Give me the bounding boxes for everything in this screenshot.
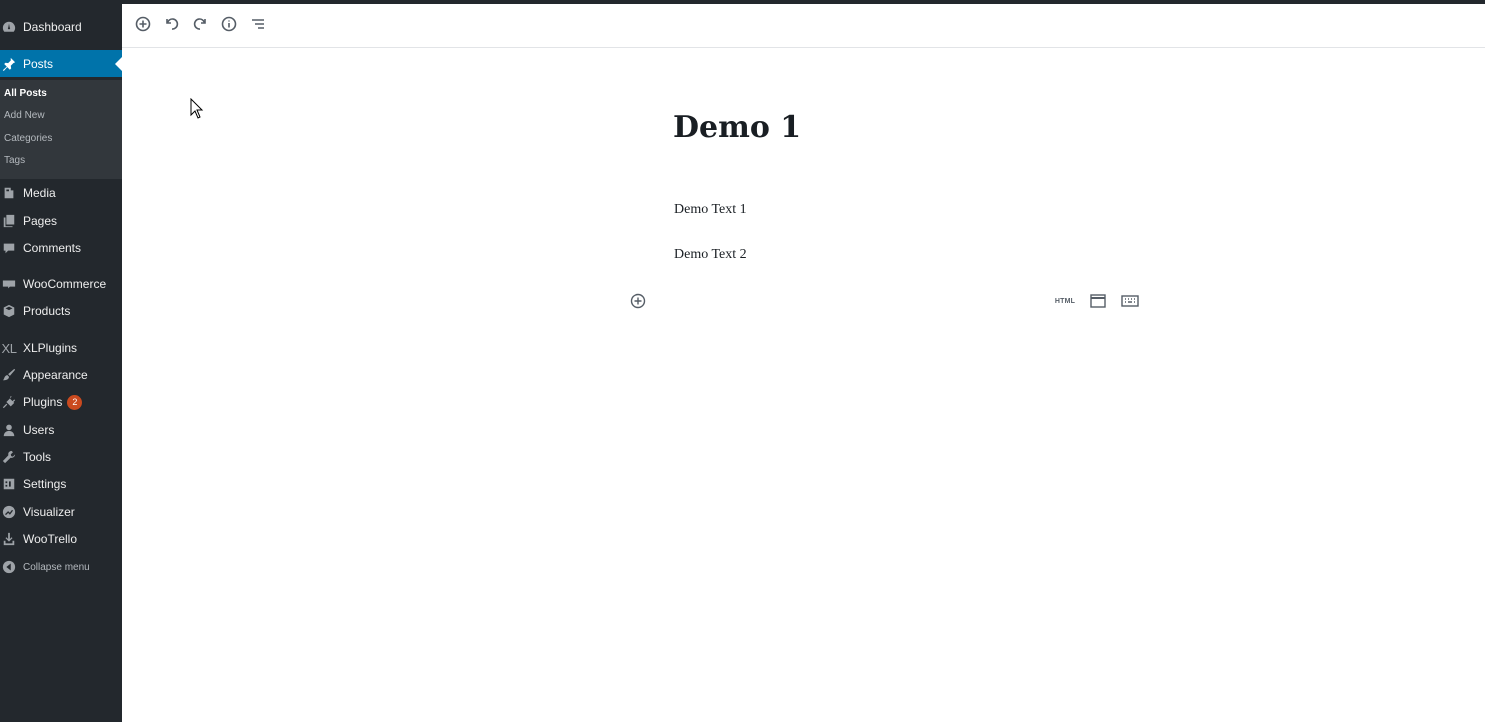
sidebar-item-label: WooTrello [23,532,78,546]
post-title[interactable]: Demo 1 [673,110,801,145]
submenu-add-new[interactable]: Add New [4,110,45,121]
sidebar-item-label: Settings [23,477,67,491]
pin-icon [1,56,17,72]
sidebar-item-label: Posts [23,56,54,71]
active-indicator [115,57,122,71]
sidebar-item-label: Appearance [23,368,88,382]
sidebar-item-label: Comments [23,241,82,255]
sidebar-item-label: Tools [23,450,52,464]
comment-icon [1,240,17,256]
sidebar-item-settings[interactable]: Settings [0,471,122,497]
dashboard-icon [1,19,17,35]
collapse-arrow-icon [1,559,17,575]
pages-icon [1,213,17,229]
inserter-button[interactable] [629,292,647,310]
sidebar-item-label: Users [23,423,55,437]
submenu-all-posts[interactable]: All Posts [4,88,47,99]
upload-icon [1,531,17,547]
html-icon: HTML [1054,297,1076,305]
sidebar-item-visualizer[interactable]: Visualizer [0,499,122,525]
undo-icon [166,18,179,30]
sidebar-item-woocommerce[interactable]: WooCommerce [0,271,122,297]
redo-icon [193,18,206,30]
mouse-cursor-icon [190,98,204,119]
keyboard-shortcut[interactable] [1120,292,1140,310]
editor-header-toolbar [122,4,1485,48]
collapse-menu-label: Collapse menu [23,561,90,573]
posts-submenu: All Posts Add New Categories Tags [0,80,122,179]
submenu-categories[interactable]: Categories [4,133,52,144]
sidebar-item-posts[interactable]: Posts [0,50,122,77]
custom-html-shortcut[interactable]: HTML [1054,292,1076,310]
sidebar-item-label: Plugins [23,395,63,409]
woo-icon [1,276,17,292]
undo-button[interactable] [162,14,182,34]
paragraph-block[interactable]: Demo Text 2 [674,247,747,263]
sidebar-item-dashboard[interactable]: Dashboard [0,14,122,40]
sidebar-item-pages[interactable]: Pages [0,208,122,234]
content-info-button[interactable] [219,14,239,34]
info-icon [221,16,237,32]
add-block-icon [135,16,151,32]
block-navigation-button[interactable] [248,14,268,34]
sidebar-item-label: Products [23,304,71,318]
sidebar-item-label: WooCommerce [23,277,107,291]
redo-button[interactable] [190,14,210,34]
keyboard-icon [1121,295,1139,307]
sidebar-item-label: Media [23,186,56,200]
user-icon [1,422,17,438]
sidebar-item-appearance[interactable]: Appearance [0,362,122,388]
chart-icon [1,504,17,520]
sidebar-item-label: Dashboard [23,20,82,34]
sidebar-item-tools[interactable]: Tools [0,444,122,470]
sidebar-item-label: XLPlugins [23,341,78,355]
add-block-icon [630,293,646,309]
sidebar-item-xlplugins[interactable]: XL XLPlugins [0,335,122,361]
sidebar-item-plugins[interactable]: Plugins 2 [0,389,122,415]
window-icon [1090,294,1106,308]
window-block-shortcut[interactable] [1089,292,1107,310]
wrench-icon [1,449,17,465]
sidebar-item-label: Visualizer [23,505,75,519]
sidebar-item-comments[interactable]: Comments [0,235,122,261]
sidebar-item-wootrello[interactable]: WooTrello [0,526,122,552]
sidebar-item-products[interactable]: Products [0,298,122,324]
plug-icon [1,394,17,410]
update-count-badge: 2 [67,394,83,410]
list-view-icon [252,19,264,29]
collapse-menu-button[interactable]: Collapse menu [0,554,122,580]
sidebar-item-users[interactable]: Users [0,417,122,443]
admin-sidebar: Dashboard Posts All Posts Add New Catego… [0,0,122,722]
paragraph-block[interactable]: Demo Text 1 [674,202,747,218]
media-icon [1,185,17,201]
xl-icon: XL [1,340,17,356]
add-block-button[interactable] [133,14,153,34]
settings-icon [1,476,17,492]
sidebar-item-media[interactable]: Media [0,180,122,206]
brush-icon [1,367,17,383]
submenu-tags[interactable]: Tags [4,155,25,166]
sidebar-item-label: Pages [23,214,58,228]
products-icon [1,303,17,319]
